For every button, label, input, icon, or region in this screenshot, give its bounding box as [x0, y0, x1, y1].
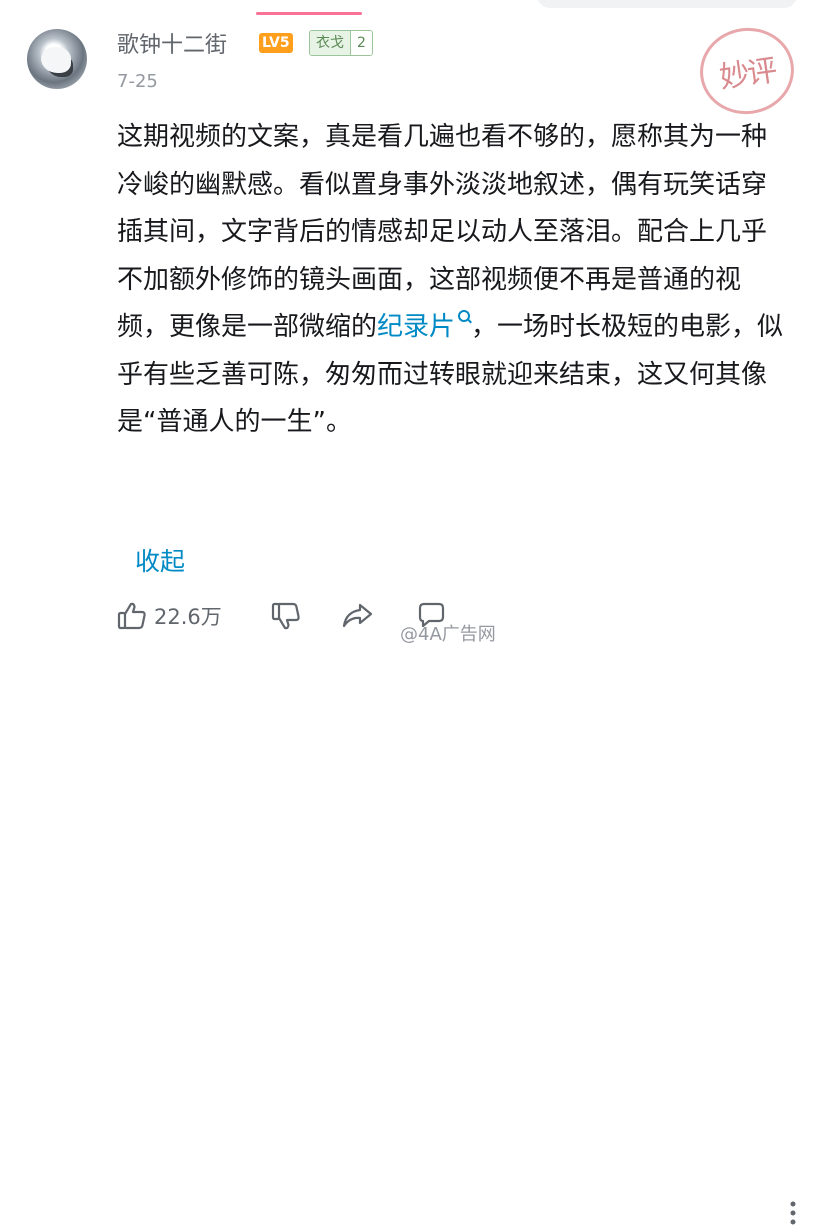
more-button[interactable] — [788, 1200, 798, 1232]
tab-indicator — [256, 12, 362, 15]
like-count: 22.6万 — [154, 605, 222, 629]
share-button[interactable] — [340, 600, 374, 632]
fan-medal[interactable]: 衣戈 2 — [309, 30, 373, 56]
comment-date: 7-25 — [117, 71, 158, 92]
more-icon — [790, 1201, 796, 1225]
great-comment-stamp: 妙评 — [694, 21, 800, 121]
collapse-button[interactable]: 收起 — [135, 542, 185, 578]
search-link[interactable]: 纪录片 — [377, 310, 471, 342]
fan-medal-name: 衣戈 — [310, 31, 350, 55]
comment-text: 这期视频的文案，真是看几遍也看不够的，愿称其为一种冷峻的幽默感。看似置身事外淡淡… — [117, 114, 787, 447]
watermark: @4A广告网 — [400, 624, 496, 645]
username[interactable]: 歌钟十二街 — [117, 27, 227, 59]
share-icon — [342, 603, 373, 628]
search-link-text: 纪录片 — [377, 312, 456, 342]
level-badge: LV5 — [259, 33, 293, 53]
fan-medal-level: 2 — [350, 31, 372, 55]
search-icon — [457, 304, 471, 322]
thumbs-up-icon — [117, 602, 146, 630]
avatar[interactable] — [27, 29, 87, 89]
thumbs-down-icon — [271, 602, 300, 630]
comment-text-part-1: 这期视频的文案，真是看几遍也看不够的，愿称其为一种冷峻的幽默感。看似置身事外淡淡… — [117, 122, 768, 342]
dislike-button[interactable] — [270, 600, 302, 632]
like-button[interactable]: 22.6万 — [116, 600, 222, 632]
top-search-bar[interactable] — [537, 0, 797, 8]
avatar-image — [41, 47, 71, 73]
